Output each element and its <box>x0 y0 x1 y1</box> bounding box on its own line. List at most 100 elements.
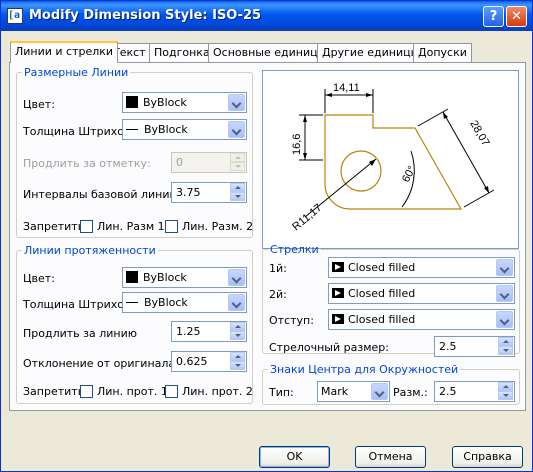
spin-up-icon[interactable] <box>230 183 245 192</box>
dim-color-value: ByBlock <box>143 96 187 109</box>
checkbox-box[interactable] <box>165 385 178 398</box>
chevron-down-icon[interactable] <box>228 269 245 286</box>
arrow-leader-select[interactable]: Closed filled <box>328 309 515 330</box>
dim-extend-spinner[interactable]: 0 <box>171 152 247 173</box>
center-size-value: 2.5 <box>439 385 457 398</box>
dim-angle-text: 60° <box>400 164 418 184</box>
dim-baseline-spinner[interactable]: 3.75 <box>171 182 247 203</box>
spin-down-icon[interactable] <box>230 361 245 370</box>
ext-lineweight-label: Толщина Штрихов <box>23 298 131 311</box>
spin-down-icon[interactable] <box>230 162 245 171</box>
chevron-down-icon[interactable] <box>228 94 245 111</box>
ext-suppress-label: Запретить: <box>23 385 88 398</box>
spin-up-icon[interactable] <box>230 352 245 361</box>
tab-fit[interactable]: Подгонка <box>149 43 215 62</box>
tab-alternate-units[interactable]: Другие единицы <box>317 43 425 62</box>
dim-color-label: Цвет: <box>23 98 55 111</box>
dim-diag-text: 28,07 <box>467 119 491 149</box>
dim-lines-legend: Размерные Линии <box>24 66 129 79</box>
title-bar[interactable]: [a] Modify Dimension Style: ISO-25 ? ✕ <box>1 1 532 31</box>
ext-offset-value: 0.625 <box>176 355 208 368</box>
ext-extend-value: 1.25 <box>176 325 201 338</box>
center-type-label: Тип: <box>269 386 294 399</box>
chevron-down-icon[interactable] <box>496 259 513 276</box>
ext-line-diag-top <box>417 108 449 127</box>
ext-lineweight-select[interactable]: ByBlock <box>122 292 247 313</box>
dim-lineweight-select[interactable]: ByBlock <box>122 119 247 140</box>
chevron-down-icon[interactable] <box>228 294 245 311</box>
center-size-spinner[interactable]: 2.5 <box>434 381 515 402</box>
tab-lines-arrows[interactable]: Линии и стрелки <box>10 41 119 63</box>
chevron-down-icon[interactable] <box>496 311 513 328</box>
dim-left-text: 16,6 <box>291 134 303 155</box>
spin-up-icon[interactable] <box>230 153 245 162</box>
help-button[interactable]: Справка <box>452 446 523 468</box>
preview-drawing: 14,11 16,6 28,07 60° R11,17 <box>290 82 495 233</box>
tab-tolerances[interactable]: Допуски <box>413 43 472 62</box>
arrowhead <box>369 159 376 166</box>
center-type-select[interactable]: Mark <box>317 381 390 402</box>
help-title-button[interactable]: ? <box>483 6 504 27</box>
ext-offset-label: Отклонение от оригинала: <box>23 357 179 370</box>
chevron-down-icon[interactable] <box>228 121 245 138</box>
line-sample-icon <box>126 302 138 303</box>
dim-color-select[interactable]: ByBlock <box>122 92 247 113</box>
color-swatch <box>126 271 138 283</box>
spin-down-icon[interactable] <box>498 391 513 400</box>
center-marks-legend: Знаки Центра для Окружностей <box>270 363 459 376</box>
spin-down-icon[interactable] <box>230 331 245 340</box>
dim-lineweight-label: Толщина Штрихов <box>23 125 131 138</box>
suppress-ext-line-2-checkbox[interactable]: Лин. прот. 2 <box>165 385 253 398</box>
spin-up-icon[interactable] <box>230 322 245 331</box>
dim-radius-text: R11,17 <box>290 202 324 233</box>
closed-filled-arrow-icon <box>332 288 344 298</box>
arrowhead <box>303 153 307 160</box>
center-type-value: Mark <box>321 385 349 398</box>
dimension-preview: 14,11 16,6 28,07 60° R11,17 <box>262 70 519 249</box>
arrow-second-select[interactable]: Closed filled <box>328 283 515 304</box>
app-icon: [a] <box>7 8 26 24</box>
checkbox-box[interactable] <box>80 220 93 233</box>
ext-color-select[interactable]: ByBlock <box>122 267 247 288</box>
ok-button[interactable]: OK <box>259 446 330 468</box>
ext-line-diag-bottom <box>463 189 495 208</box>
ext-extend-spinner[interactable]: 1.25 <box>171 321 247 342</box>
close-icon[interactable]: ✕ <box>506 6 527 27</box>
arrowhead <box>325 93 332 97</box>
chevron-down-icon[interactable] <box>496 285 513 302</box>
suppress-ext-line-1-checkbox[interactable]: Лин. прот. 1 <box>80 385 168 398</box>
dim-extend-label: Продлить за отметку: <box>23 157 151 170</box>
cancel-button[interactable]: Отмена <box>355 446 426 468</box>
tab-primary-units[interactable]: Основные единицы <box>208 43 332 62</box>
closed-filled-arrow-icon <box>332 262 344 272</box>
dim-lineweight-value: ByBlock <box>144 123 188 136</box>
spin-up-icon[interactable] <box>498 382 513 391</box>
checkbox-box[interactable] <box>80 385 93 398</box>
line-sample-icon <box>126 129 138 130</box>
color-swatch <box>126 96 138 108</box>
ext-lines-legend: Линии протяженности <box>24 244 156 257</box>
arrowhead <box>303 115 307 122</box>
spin-down-icon[interactable] <box>498 346 513 355</box>
arrow-size-label: Стрелочный размер: <box>269 341 389 354</box>
arrow-first-select[interactable]: Closed filled <box>328 257 515 278</box>
checkbox-box[interactable] <box>165 220 178 233</box>
arrow-size-value: 2.5 <box>439 340 457 353</box>
arrow-first-label: 1й: <box>269 262 287 275</box>
spin-down-icon[interactable] <box>230 192 245 201</box>
arrowhead <box>484 186 489 193</box>
closed-filled-arrow-icon <box>332 314 344 324</box>
arrow-second-label: 2й: <box>269 288 287 301</box>
arrowheads-legend: Стрелки <box>270 243 319 256</box>
ext-offset-spinner[interactable]: 0.625 <box>171 351 247 372</box>
arrow-size-spinner[interactable]: 2.5 <box>434 336 515 357</box>
ext-color-value: ByBlock <box>143 271 187 284</box>
suppress-dim-line-1-checkbox[interactable]: Лин. Разм 1 <box>80 220 165 233</box>
chevron-down-icon[interactable] <box>371 383 388 400</box>
suppress-dim-line-2-checkbox[interactable]: Лин. Разм. 2 <box>165 220 253 233</box>
dim-baseline-value: 3.75 <box>176 186 201 199</box>
spin-up-icon[interactable] <box>498 337 513 346</box>
dim-top-text: 14,11 <box>333 82 360 94</box>
dialog-window: [a] Modify Dimension Style: ISO-25 ? ✕ Л… <box>0 0 533 472</box>
ext-lineweight-value: ByBlock <box>144 296 188 309</box>
